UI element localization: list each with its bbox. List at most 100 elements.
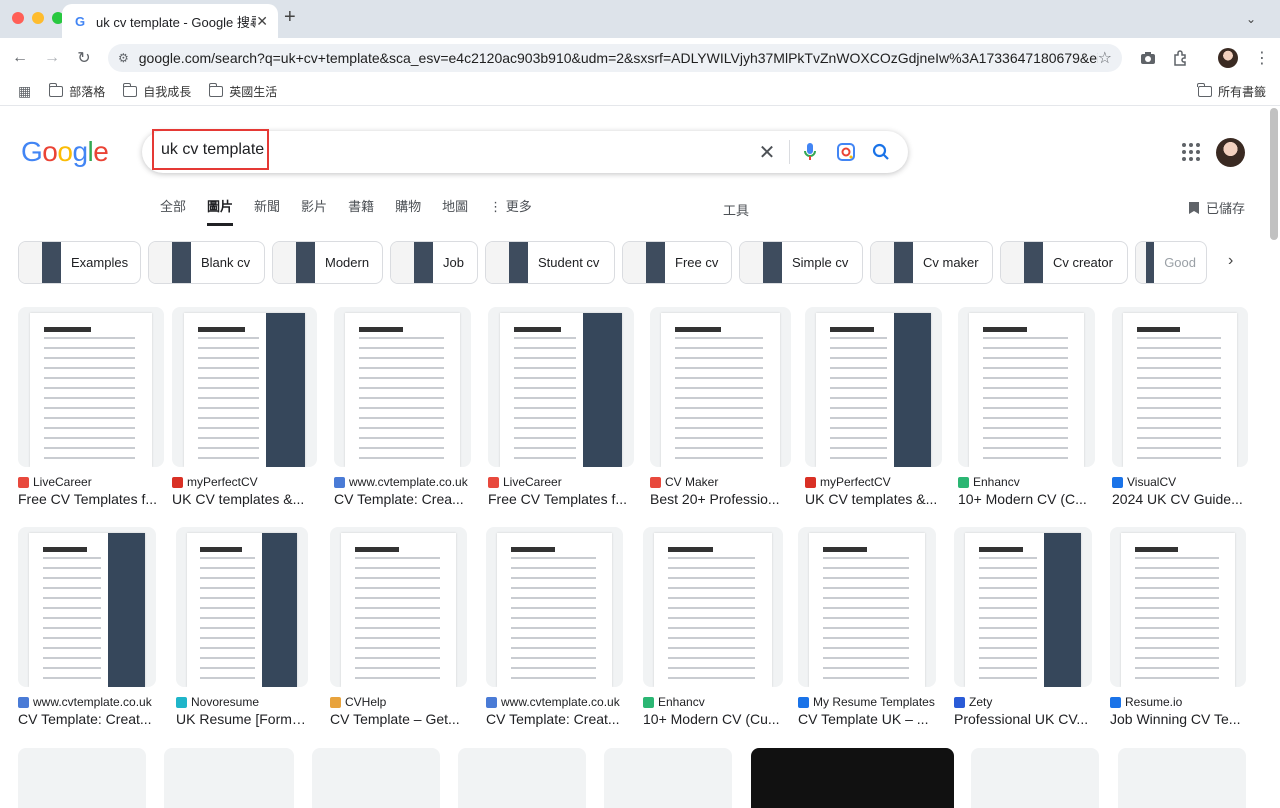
- image-result-card[interactable]: [312, 748, 440, 808]
- search-icon[interactable]: [869, 140, 893, 164]
- google-logo[interactable]: Google: [21, 136, 109, 168]
- chip-simple-cv[interactable]: Simple cv: [739, 241, 863, 284]
- microphone-icon[interactable]: [798, 140, 822, 164]
- result-title[interactable]: CV Template: Creat...: [18, 711, 156, 727]
- close-window-button[interactable]: [12, 12, 24, 24]
- result-source[interactable]: CV Maker: [650, 475, 791, 489]
- result-title[interactable]: 10+ Modern CV (C...: [958, 491, 1095, 507]
- cv-thumbnail-image[interactable]: [1112, 307, 1248, 467]
- google-lens-icon[interactable]: [834, 140, 858, 164]
- reload-icon[interactable]: ↻: [68, 42, 100, 74]
- browser-tab[interactable]: G uk cv template - Google 搜尋 ✕: [62, 4, 278, 38]
- result-source[interactable]: www.cvtemplate.co.uk: [334, 475, 471, 489]
- cv-thumbnail-image[interactable]: [958, 307, 1095, 467]
- image-result-card[interactable]: Zety Professional UK CV...: [954, 527, 1092, 727]
- image-result-card[interactable]: CV Maker Best 20+ Professio...: [650, 307, 791, 507]
- image-result-card[interactable]: www.cvtemplate.co.uk CV Template: Creat..…: [18, 527, 156, 727]
- result-title[interactable]: Free CV Templates f...: [18, 491, 164, 507]
- result-source[interactable]: VisualCV: [1112, 475, 1248, 489]
- image-result-card[interactable]: [1118, 748, 1246, 808]
- result-title[interactable]: Professional UK CV...: [954, 711, 1092, 727]
- tab-videos[interactable]: 影片: [301, 196, 327, 226]
- image-result-card[interactable]: [751, 748, 954, 808]
- result-title[interactable]: UK CV templates &...: [805, 491, 942, 507]
- chip-cv-maker[interactable]: Cv maker: [870, 241, 993, 284]
- image-result-card[interactable]: [458, 748, 586, 808]
- result-title[interactable]: CV Template – Get...: [330, 711, 467, 727]
- result-source[interactable]: www.cvtemplate.co.uk: [486, 695, 623, 709]
- result-title[interactable]: CV Template: Creat...: [486, 711, 623, 727]
- image-result-card[interactable]: VisualCV 2024 UK CV Guide...: [1112, 307, 1248, 507]
- cv-thumbnail-image[interactable]: [334, 307, 471, 467]
- cv-thumbnail-image[interactable]: [805, 307, 942, 467]
- result-source[interactable]: Resume.io: [1110, 695, 1246, 709]
- chip-examples[interactable]: Examples: [18, 241, 141, 284]
- image-result-card[interactable]: Novoresume UK Resume [Forma...: [176, 527, 308, 727]
- image-result-card[interactable]: LiveCareer Free CV Templates f...: [18, 307, 164, 507]
- bookmark-folder[interactable]: 自我成長: [122, 83, 191, 100]
- result-source[interactable]: Enhancv: [643, 695, 783, 709]
- search-input[interactable]: uk cv template: [152, 129, 269, 170]
- cv-thumbnail-image[interactable]: [650, 307, 791, 467]
- cv-thumbnail-image[interactable]: [798, 527, 936, 687]
- result-title[interactable]: CV Template UK – ...: [798, 711, 936, 727]
- result-source[interactable]: LiveCareer: [18, 475, 164, 489]
- new-tab-icon[interactable]: +: [284, 6, 296, 29]
- result-title[interactable]: Best 20+ Professio...: [650, 491, 791, 507]
- cv-thumbnail-image[interactable]: [172, 307, 317, 467]
- chevron-right-icon[interactable]: ›: [1228, 252, 1233, 270]
- tab-images[interactable]: 圖片: [207, 196, 234, 226]
- chip-cv-creator[interactable]: Cv creator: [1000, 241, 1128, 284]
- image-result-card[interactable]: [971, 748, 1099, 808]
- cv-thumbnail-image[interactable]: [18, 527, 156, 687]
- chip-blank-cv[interactable]: Blank cv: [148, 241, 265, 284]
- image-result-card[interactable]: www.cvtemplate.co.uk CV Template: Crea...: [334, 307, 471, 507]
- result-title[interactable]: Job Winning CV Te...: [1110, 711, 1246, 727]
- minimize-window-button[interactable]: [32, 12, 44, 24]
- close-tab-icon[interactable]: ✕: [256, 13, 268, 30]
- image-result-card[interactable]: Resume.io Job Winning CV Te...: [1110, 527, 1246, 727]
- address-bar[interactable]: ⚙ google.com/search?q=uk+cv+template&sca…: [108, 44, 1122, 72]
- chip-free-cv[interactable]: Free cv: [622, 241, 732, 284]
- image-result-card[interactable]: Enhancv 10+ Modern CV (C...: [958, 307, 1095, 507]
- cv-thumbnail-image[interactable]: [18, 307, 164, 467]
- all-bookmarks[interactable]: 所有書籤: [1197, 83, 1266, 100]
- image-result-card[interactable]: [604, 748, 732, 808]
- result-source[interactable]: myPerfectCV: [805, 475, 942, 489]
- result-title[interactable]: Free CV Templates f...: [488, 491, 634, 507]
- image-result-card[interactable]: [18, 748, 146, 808]
- result-source[interactable]: LiveCareer: [488, 475, 634, 489]
- result-source[interactable]: Novoresume: [176, 695, 308, 709]
- tab-news[interactable]: 新聞: [254, 196, 280, 226]
- forward-icon[interactable]: →: [36, 42, 68, 74]
- result-source[interactable]: Zety: [954, 695, 1092, 709]
- image-result-card[interactable]: LiveCareer Free CV Templates f...: [488, 307, 634, 507]
- extensions-icon[interactable]: [1168, 46, 1192, 70]
- tab-more[interactable]: ⋮ 更多: [489, 196, 553, 226]
- cv-thumbnail-image[interactable]: [330, 527, 467, 687]
- result-title[interactable]: UK Resume [Forma...: [176, 711, 308, 727]
- result-title[interactable]: 2024 UK CV Guide...: [1112, 491, 1248, 507]
- bookmark-star-icon[interactable]: ☆: [1098, 48, 1112, 68]
- result-title[interactable]: UK CV templates &...: [172, 491, 317, 507]
- image-result-card[interactable]: myPerfectCV UK CV templates &...: [805, 307, 942, 507]
- image-result-card[interactable]: myPerfectCV UK CV templates &...: [172, 307, 317, 507]
- cv-thumbnail-image[interactable]: [486, 527, 623, 687]
- browser-menu-icon[interactable]: ⋮: [1250, 46, 1274, 70]
- result-title[interactable]: 10+ Modern CV (Cu...: [643, 711, 783, 727]
- cv-thumbnail-image[interactable]: [643, 527, 783, 687]
- camera-icon[interactable]: [1136, 46, 1160, 70]
- chip-job[interactable]: Job: [390, 241, 478, 284]
- chip-modern[interactable]: Modern: [272, 241, 383, 284]
- tab-all[interactable]: 全部: [160, 196, 186, 226]
- tools-button[interactable]: 工具: [723, 200, 749, 219]
- chip-good[interactable]: Good: [1135, 241, 1207, 284]
- result-source[interactable]: CVHelp: [330, 695, 467, 709]
- image-result-card[interactable]: [164, 748, 294, 808]
- tab-shopping[interactable]: 購物: [395, 196, 421, 226]
- bookmark-folder[interactable]: 部落格: [48, 83, 105, 100]
- cv-thumbnail-image[interactable]: [488, 307, 634, 467]
- tab-books[interactable]: 書籍: [348, 196, 374, 226]
- image-result-card[interactable]: Enhancv 10+ Modern CV (Cu...: [643, 527, 783, 727]
- cv-thumbnail-image[interactable]: [176, 527, 308, 687]
